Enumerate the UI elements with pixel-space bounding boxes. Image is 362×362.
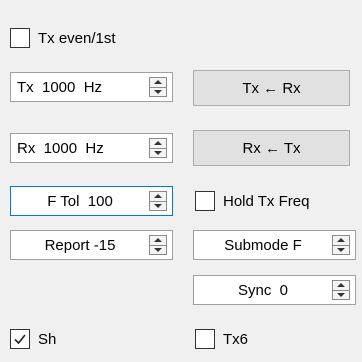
tx-from-rx-button[interactable]: Tx ← Rx [193,70,350,106]
spin-down-icon[interactable] [150,244,166,255]
spin-up-icon[interactable] [333,281,349,290]
sh-label: Sh [38,330,57,348]
rx-frequency-spinbox[interactable]: Rx 1000 Hz [10,133,173,163]
tx6-checkbox[interactable] [195,329,215,349]
spin-down-icon[interactable] [150,147,166,158]
tx-frequency-value: Tx 1000 Hz [17,78,103,96]
spin-up-icon[interactable] [150,236,166,245]
hold-tx-freq-label: Hold Tx Freq [223,192,310,210]
report-value: Report -15 [44,236,116,254]
rx-from-tx-button[interactable]: Rx ← Tx [193,130,350,166]
sh-checkbox[interactable] [10,329,30,349]
spin-down-icon[interactable] [333,244,349,255]
tx-even-checkbox-row[interactable]: Tx even/1st [10,28,116,48]
hold-tx-freq-checkbox[interactable] [195,191,215,211]
spin-arrows[interactable] [332,235,350,255]
spin-up-icon[interactable] [150,192,166,201]
spin-arrows[interactable] [149,191,167,211]
spin-up-icon[interactable] [150,78,166,87]
spin-down-icon[interactable] [150,200,166,211]
submode-value: Submode F [224,236,302,254]
rx-from-tx-label: Rx ← Tx [242,139,301,157]
f-tol-spinbox[interactable]: F Tol 100 [10,186,173,216]
f-tol-value: F Tol 100 [47,192,113,210]
hold-tx-freq-checkbox-row[interactable]: Hold Tx Freq [195,191,309,211]
spin-arrows[interactable] [149,138,167,158]
spin-arrows[interactable] [149,77,167,97]
tx-from-rx-label: Tx ← Rx [242,79,301,97]
spin-up-icon[interactable] [150,139,166,148]
spin-up-icon[interactable] [333,236,349,245]
submode-spinbox[interactable]: Submode F [193,230,356,260]
rx-frequency-value: Rx 1000 Hz [17,139,104,157]
spin-arrows[interactable] [149,235,167,255]
sync-value: Sync 0 [237,281,289,299]
tx6-checkbox-row[interactable]: Tx6 [195,329,248,349]
tx-even-label: Tx even/1st [38,29,116,47]
tx-even-checkbox[interactable] [10,28,30,48]
sync-spinbox[interactable]: Sync 0 [193,275,356,305]
spin-arrows[interactable] [332,280,350,300]
spin-down-icon[interactable] [150,86,166,97]
tx-frequency-spinbox[interactable]: Tx 1000 Hz [10,72,173,102]
sh-checkbox-row[interactable]: Sh [10,329,56,349]
checkmark-icon [14,334,26,345]
report-spinbox[interactable]: Report -15 [10,230,173,260]
tx6-label: Tx6 [223,330,249,348]
spin-down-icon[interactable] [333,289,349,300]
